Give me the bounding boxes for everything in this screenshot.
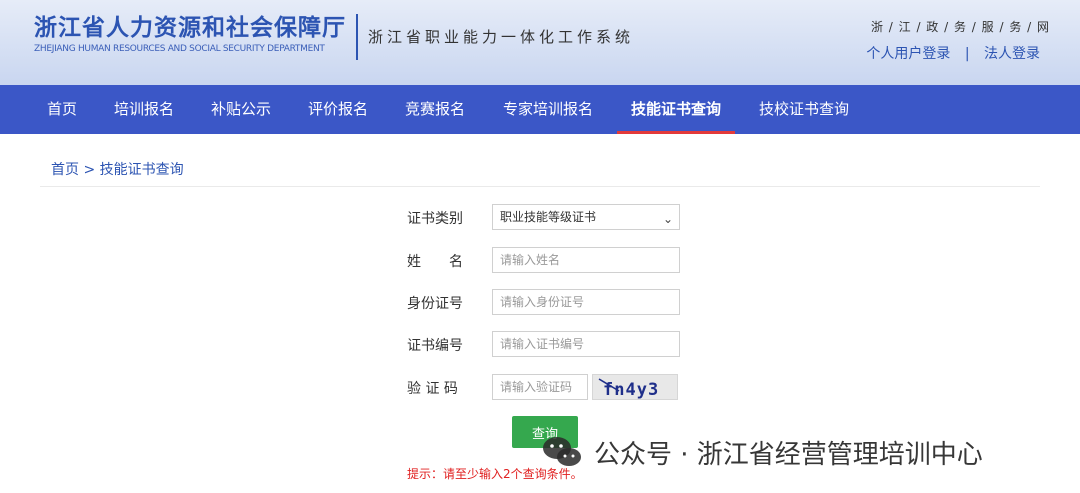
nav-competition-registration[interactable]: 竞赛报名: [405, 85, 465, 134]
nav-skill-certificate-query[interactable]: 技能证书查询: [616, 85, 736, 134]
captcha-image[interactable]: fn4y3: [592, 374, 678, 400]
personal-login-link[interactable]: 个人用户登录: [866, 46, 950, 62]
captcha-input[interactable]: [492, 374, 588, 400]
main-nav: 首页 培训报名 补贴公示 评价报名 竞赛报名 专家培训报名 技能证书查询 技校证…: [0, 85, 1080, 134]
nav-technical-school-certificate-query[interactable]: 技校证书查询: [759, 85, 849, 134]
watermark-text: 公众号 · 浙江省经营管理培训中心: [594, 439, 983, 470]
cert-type-selected-value: 职业技能等级证书: [500, 210, 597, 224]
cert-number-input[interactable]: [492, 331, 680, 357]
nav-evaluation-registration[interactable]: 评价报名: [308, 85, 368, 134]
captcha-graphic: fn4y3: [598, 378, 659, 400]
cert-no-row: 证书编号: [0, 331, 1080, 357]
department-logo[interactable]: 浙江省人力资源和社会保障厅 ZHEJIANG HUMAN RESOURCES A…: [28, 8, 350, 62]
name-label: 姓 名: [407, 254, 463, 270]
name-input[interactable]: [492, 247, 680, 273]
cert-number-label: 证书编号: [407, 338, 463, 354]
cert-type-label: 证书类别: [407, 211, 463, 227]
nav-home[interactable]: 首页: [47, 85, 77, 134]
captcha-row: 验 证 码 fn4y3: [0, 374, 1080, 400]
id-number-input[interactable]: [492, 289, 680, 315]
captcha-text: fn4y3: [603, 380, 659, 400]
zhejiang-gov-service-link[interactable]: 浙 / 江 / 政 / 务 / 服 / 务 / 网: [871, 18, 1050, 35]
wechat-icon: [543, 437, 581, 466]
nav-training-registration[interactable]: 培训报名: [114, 85, 174, 134]
cert-type-select[interactable]: 职业技能等级证书 ⌄: [492, 204, 680, 230]
id-row: 身份证号: [0, 289, 1080, 315]
breadcrumb[interactable]: 首页 > 技能证书查询: [51, 159, 184, 179]
login-links: 个人用户登录 | 法人登录: [866, 43, 1040, 63]
captcha-label: 验 证 码: [407, 381, 458, 397]
breadcrumb-divider: [40, 186, 1040, 187]
chevron-down-icon: ⌄: [662, 212, 673, 226]
site-header: 浙江省人力资源和社会保障厅 ZHEJIANG HUMAN RESOURCES A…: [0, 0, 1080, 85]
logo-divider: [356, 14, 358, 60]
department-title: 浙江省人力资源和社会保障厅: [34, 15, 346, 41]
department-title-english: ZHEJIANG HUMAN RESOURCES AND SOCIAL SECU…: [34, 44, 325, 54]
login-separator: |: [964, 46, 970, 62]
cert-type-row: 证书类别 职业技能等级证书 ⌄: [0, 204, 1080, 230]
nav-subsidy-publicity[interactable]: 补贴公示: [211, 85, 271, 134]
nav-expert-training-registration[interactable]: 专家培训报名: [503, 85, 593, 134]
id-number-label: 身份证号: [407, 296, 463, 312]
legal-login-link[interactable]: 法人登录: [984, 46, 1040, 62]
name-row: 姓 名: [0, 247, 1080, 273]
system-name: 浙江省职业能力一体化工作系统: [368, 28, 635, 46]
wechat-watermark: 公众号 · 浙江省经营管理培训中心: [540, 432, 983, 472]
